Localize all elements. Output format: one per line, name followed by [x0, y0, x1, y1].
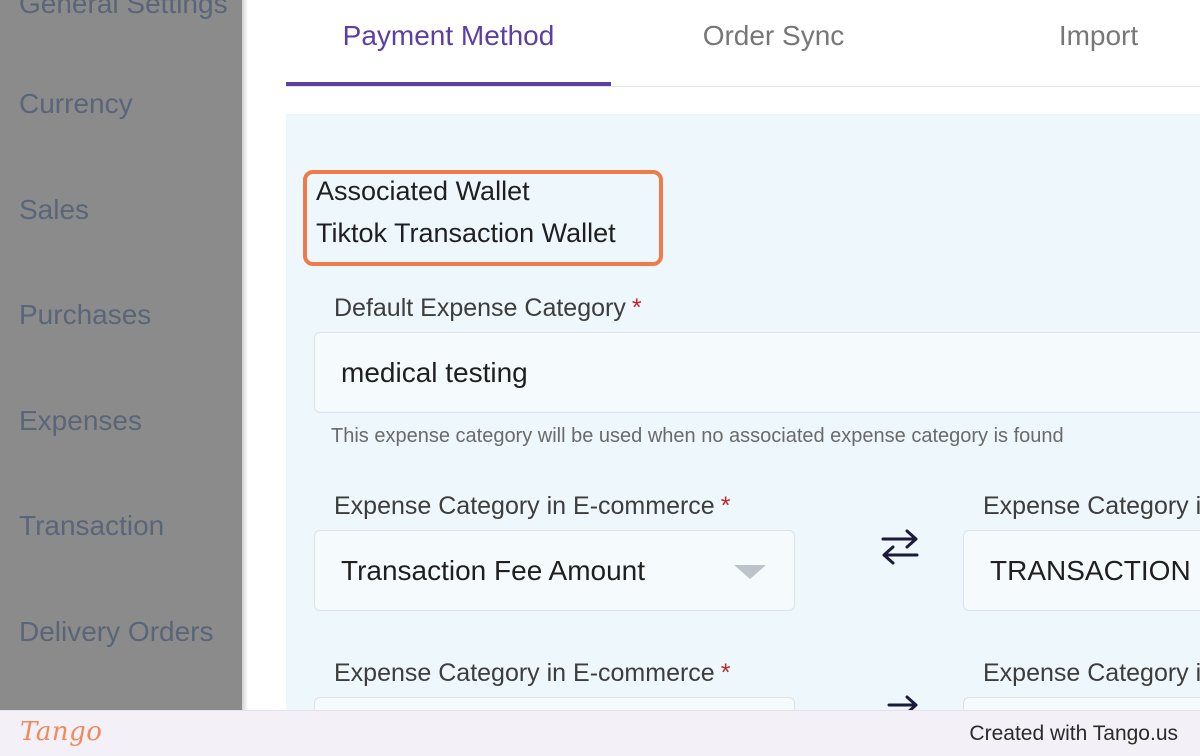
- chevron-down-icon: [734, 564, 766, 579]
- required-marker: *: [720, 492, 731, 520]
- tango-credit: Created with Tango.us: [969, 722, 1178, 745]
- tango-footer: Tango Created with Tango.us: [0, 710, 1200, 756]
- default-expense-category-helper: This expense category will be used when …: [331, 425, 1064, 447]
- ecommerce-category-select-2[interactable]: [314, 697, 795, 710]
- required-marker: *: [720, 659, 731, 687]
- tabs-divider: [286, 86, 1200, 87]
- ecommerce-category-value: Transaction Fee Amount: [341, 554, 646, 586]
- ecommerce-category-label-text-2: Expense Category in E-commerce: [334, 659, 715, 687]
- default-expense-category-value: medical testing: [341, 356, 528, 388]
- sidebar-shadow: [242, 0, 248, 710]
- sidebar-item-transaction[interactable]: Transaction: [19, 510, 164, 542]
- ecommerce-category-label-2: Expense Category in E-commerce *: [334, 659, 730, 688]
- ecommerce-category-select[interactable]: Transaction Fee Amount: [314, 530, 795, 611]
- accounting-category-label: Expense Category i: [983, 492, 1200, 520]
- tab-bar: Payment Method Order Sync Import: [286, 0, 1200, 88]
- ecommerce-category-label-text: Expense Category in E-commerce: [334, 492, 715, 520]
- ecommerce-category-label: Expense Category in E-commerce *: [334, 492, 730, 521]
- tango-logo: Tango: [20, 717, 103, 747]
- sidebar-item-currency[interactable]: Currency: [19, 88, 133, 120]
- default-expense-category-input[interactable]: medical testing: [314, 332, 1200, 413]
- settings-sidebar: General Settings Currency Sales Purchase…: [0, 0, 242, 710]
- associated-wallet-value: Tiktok Transaction Wallet: [316, 218, 616, 248]
- tab-payment-method[interactable]: Payment Method: [286, 0, 611, 86]
- tab-import[interactable]: Import: [936, 0, 1200, 86]
- accounting-category-select[interactable]: TRANSACTION F: [963, 530, 1200, 611]
- accounting-category-value: TRANSACTION F: [990, 554, 1200, 586]
- associated-wallet-title: Associated Wallet: [316, 176, 530, 206]
- accounting-category-label-2: Expense Category i: [983, 659, 1200, 687]
- sidebar-item-expenses[interactable]: Expenses: [19, 405, 142, 437]
- sidebar-item-sales[interactable]: Sales: [19, 194, 89, 226]
- sidebar-item-purchases[interactable]: Purchases: [19, 299, 151, 331]
- default-expense-category-label: Default Expense Category *: [334, 294, 642, 323]
- tab-order-sync[interactable]: Order Sync: [611, 0, 936, 86]
- required-marker: *: [631, 294, 642, 322]
- sidebar-item-general-settings[interactable]: General Settings: [19, 0, 228, 20]
- accounting-category-select-2[interactable]: [963, 697, 1200, 710]
- default-expense-category-label-text: Default Expense Category: [334, 294, 626, 322]
- sidebar-item-delivery-orders[interactable]: Delivery Orders: [19, 616, 213, 648]
- swap-arrows-icon[interactable]: [877, 524, 923, 570]
- swap-arrows-icon[interactable]: [877, 690, 923, 710]
